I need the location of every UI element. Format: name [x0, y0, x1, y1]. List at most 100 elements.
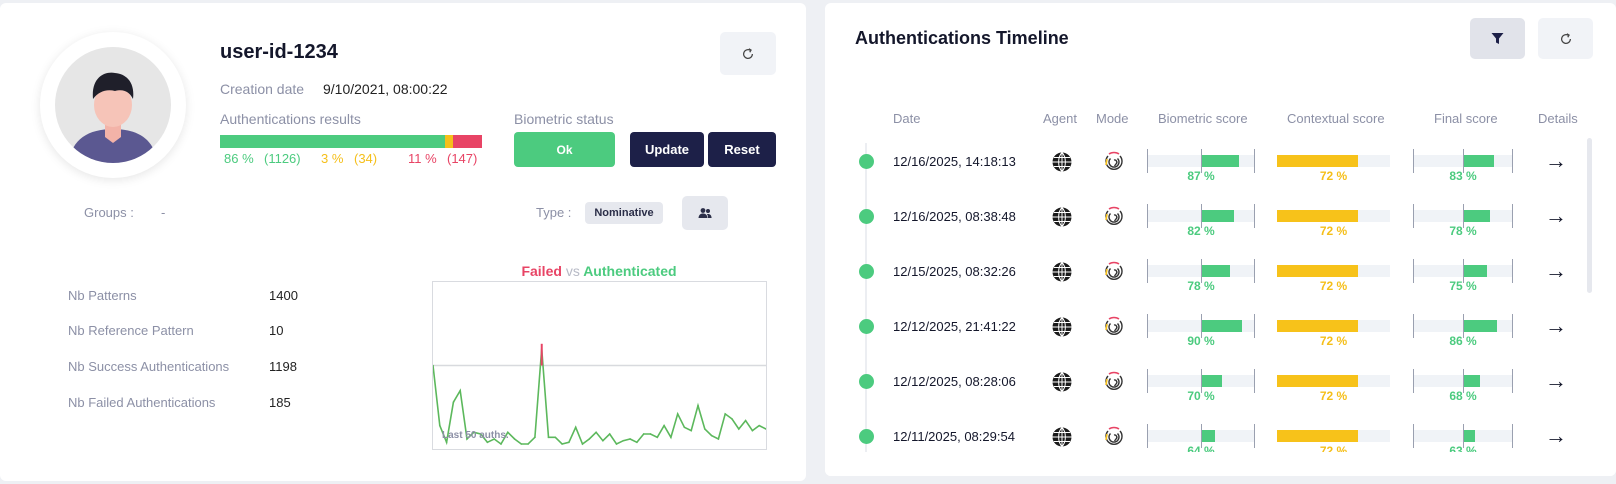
fingerprint-icon — [1103, 426, 1125, 448]
authenticated-point — [500, 443, 502, 445]
authenticated-point — [608, 433, 611, 435]
timeline-clip — [825, 452, 1616, 476]
arrow-right-icon[interactable]: → — [1545, 425, 1567, 447]
arrow-right-icon[interactable]: → — [1545, 370, 1567, 392]
score-fill — [1463, 155, 1495, 167]
ctx-score: 72 % — [1277, 147, 1390, 183]
bio-score: 87 % — [1147, 147, 1255, 183]
biometric-status-badge: Ok — [514, 132, 615, 167]
col-mode: Mode — [1096, 111, 1129, 126]
success-segment — [220, 135, 446, 148]
success-count: (1126) — [264, 151, 301, 166]
stat-label: Nb Failed Authentications — [68, 395, 216, 410]
authenticated-point — [588, 438, 591, 440]
timeline-row: 12/16/2025, 08:38:48 82 % 72 % 78 % → — [825, 199, 1616, 254]
auth-results-legend: 86 % (1126) 3 % (34) 11 % (147) — [224, 151, 477, 166]
globe-icon — [1051, 316, 1073, 338]
authenticated-point — [568, 441, 570, 444]
filter-button[interactable] — [1470, 18, 1525, 59]
score-fill — [1277, 265, 1359, 277]
authenticated-point — [642, 433, 645, 435]
fingerprint-icon — [1103, 316, 1125, 338]
ctx-score: 72 % — [1277, 367, 1390, 403]
status-dot — [859, 209, 874, 224]
col-contextual-score: Contextual score — [1287, 111, 1385, 126]
score-fill — [1463, 375, 1481, 387]
arrow-right-icon[interactable]: → — [1545, 205, 1567, 227]
refresh-timeline-button[interactable] — [1538, 18, 1593, 59]
arrow-right-icon[interactable]: → — [1545, 260, 1567, 282]
refresh-profile-button[interactable] — [720, 32, 776, 75]
authenticated-point — [534, 436, 536, 439]
stat-value: 1198 — [269, 359, 297, 374]
manage-groups-button[interactable] — [682, 196, 728, 230]
globe-icon — [1051, 261, 1073, 283]
chart-caption: Last 50 auths. — [442, 430, 509, 441]
final-score: 68 % — [1413, 367, 1513, 403]
auth-date: 12/16/2025, 14:18:13 — [893, 154, 1016, 169]
authenticated-point — [697, 404, 699, 407]
authenticated-point — [744, 419, 747, 422]
failure-pct: 11 % — [408, 151, 437, 166]
authenticated-point — [527, 443, 529, 445]
authenticated-point — [649, 433, 652, 435]
final-score: 86 % — [1413, 312, 1513, 348]
score-fill — [1277, 210, 1359, 222]
auth-results-bar — [220, 135, 482, 148]
timeline-row: 12/15/2025, 08:32:26 78 % 72 % 75 % → — [825, 254, 1616, 309]
auth-date: 12/16/2025, 08:38:48 — [893, 209, 1016, 224]
score-label: 72 % — [1319, 389, 1348, 403]
update-button[interactable]: Update — [630, 132, 704, 167]
auth-date: 12/12/2025, 21:41:22 — [893, 319, 1016, 334]
warning-segment — [445, 135, 454, 148]
arrow-right-icon[interactable]: → — [1545, 150, 1567, 172]
reset-button[interactable]: Reset — [708, 132, 776, 167]
fingerprint-icon — [1103, 261, 1125, 283]
score-fill — [1201, 210, 1234, 222]
chart-title-authenticated: Authenticated — [583, 263, 677, 279]
authenticated-point — [629, 438, 631, 440]
ctx-score: 72 % — [1277, 257, 1390, 293]
globe-icon — [1051, 426, 1073, 448]
score-fill — [1463, 320, 1498, 332]
score-label: 82 % — [1187, 224, 1215, 238]
authenticated-point — [656, 436, 659, 439]
authenticated-point — [676, 413, 679, 415]
col-date: Date — [893, 111, 921, 126]
refresh-icon — [1560, 32, 1571, 44]
bio-score: 70 % — [1147, 367, 1255, 403]
chart-title-failed: Failed — [521, 263, 562, 279]
user-id-title: user-id-1234 — [220, 41, 338, 63]
authenticated-point — [581, 443, 584, 445]
authenticated-point — [724, 413, 727, 415]
authenticated-point — [602, 439, 604, 442]
final-score: 63 % — [1413, 422, 1513, 458]
ctx-score: 72 % — [1277, 422, 1390, 458]
status-dot — [859, 264, 874, 279]
arrow-right-icon[interactable]: → — [1545, 315, 1567, 337]
score-fill — [1277, 155, 1359, 167]
authenticated-point — [438, 424, 441, 427]
stat-label: Nb Reference Pattern — [68, 323, 194, 338]
bio-score: 82 % — [1147, 202, 1255, 238]
authenticated-point — [758, 424, 761, 427]
groups-label: Groups : — [84, 205, 134, 220]
authenticated-point — [595, 431, 597, 434]
score-fill — [1277, 320, 1359, 332]
auth-history-plot — [432, 343, 767, 446]
timeline-row: 12/12/2025, 21:41:22 90 % 72 % 86 % → — [825, 309, 1616, 364]
creation-date-value: 9/10/2021, 08:00:22 — [323, 81, 448, 97]
chart-title: Failed vs Authenticated — [432, 263, 766, 279]
status-dot — [859, 429, 874, 444]
filter-icon — [1491, 33, 1504, 44]
final-score: 78 % — [1413, 202, 1513, 238]
users-icon — [698, 208, 712, 218]
score-fill — [1277, 430, 1359, 442]
col-agent: Agent — [1043, 111, 1077, 126]
ctx-score: 72 % — [1277, 312, 1390, 348]
authenticated-point — [704, 428, 706, 430]
stat-label: Nb Success Authentications — [68, 359, 230, 374]
score-fill — [1201, 320, 1243, 332]
type-badge: Nominative — [585, 202, 663, 224]
score-fill — [1463, 210, 1490, 222]
